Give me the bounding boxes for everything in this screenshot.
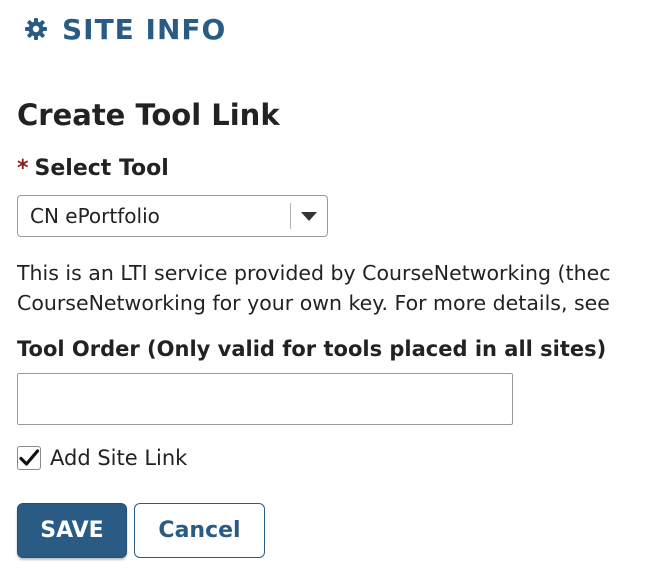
tool-order-label: Tool Order (Only valid for tools placed … [17,337,607,361]
description-line: CourseNetworking for your own key. For m… [17,291,610,315]
select-tool-dropdown[interactable]: CN ePortfolio [17,195,328,237]
description-line: This is an LTI service provided by Cours… [17,261,611,285]
select-tool-label: * Select Tool [17,156,169,181]
site-header: SITE INFO [24,10,226,48]
select-tool-label-text: Select Tool [34,156,169,181]
tool-order-input[interactable] [17,373,513,425]
select-tool-value: CN ePortfolio [30,204,160,228]
site-title: SITE INFO [62,12,227,46]
add-site-link-row: Add Site Link [17,446,187,470]
gear-icon [24,17,48,41]
page: SITE INFO Create Tool Link * Select Tool … [0,0,646,582]
check-mark-icon [19,449,40,466]
page-title: Create Tool Link [17,98,280,132]
add-site-link-label: Add Site Link [50,446,188,470]
tool-description: This is an LTI service provided by Cours… [17,258,646,318]
add-site-link-checkbox[interactable] [17,446,41,470]
save-button[interactable]: SAVE [17,503,127,558]
chevron-down-icon[interactable] [291,196,327,236]
cancel-button[interactable]: Cancel [134,503,265,558]
required-marker: * [17,156,29,181]
